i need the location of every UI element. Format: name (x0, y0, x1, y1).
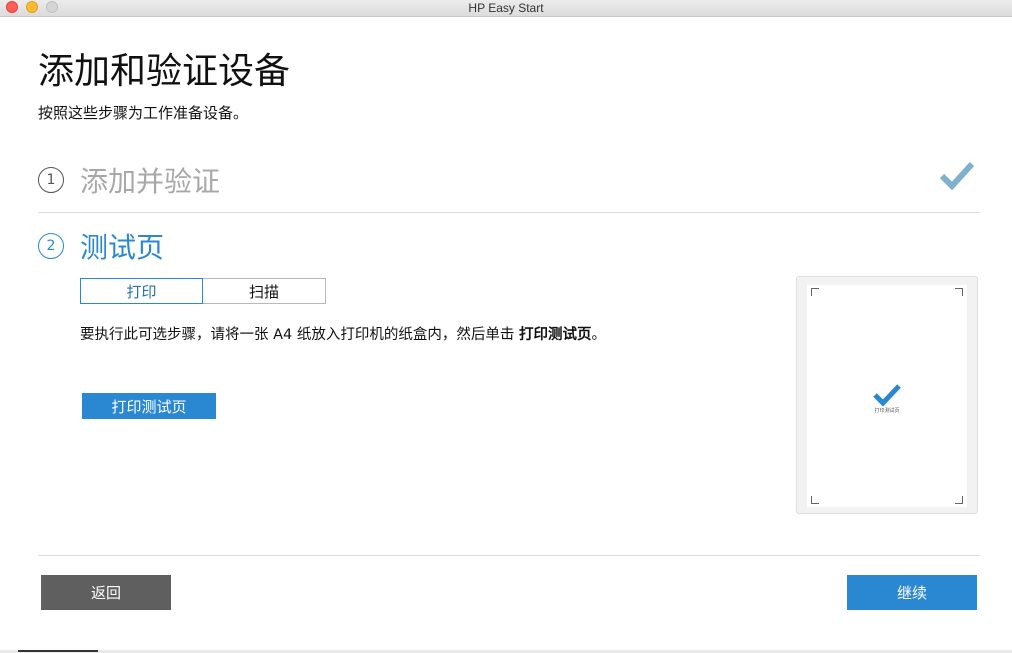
print-scan-segmented-control: 打印 扫描 (80, 278, 326, 304)
print-test-page-button[interactable]: 打印测试页 (82, 393, 216, 419)
preview-caption: 打印测试页 (874, 408, 900, 414)
corner-mark-icon (955, 288, 963, 296)
test-page-preview: 打印测试页 (796, 276, 978, 514)
window-title: HP Easy Start (468, 1, 544, 15)
tab-print[interactable]: 打印 (80, 278, 203, 304)
page-subtitle: 按照这些步骤为工作准备设备。 (38, 104, 249, 122)
corner-mark-icon (955, 496, 963, 504)
step-divider (38, 212, 980, 213)
window-title-bar: HP Easy Start (0, 0, 1012, 17)
step-number-1: 1 (38, 167, 64, 193)
page-title: 添加和验证设备 (38, 51, 291, 92)
instruction-prefix: 要执行此可选步骤，请将一张 A4 纸放入打印机的纸盒内，然后单击 (80, 327, 519, 343)
window-bottom-edge-accent (18, 650, 98, 652)
continue-button[interactable]: 继续 (847, 575, 977, 610)
step-number-2: 2 (38, 233, 64, 259)
instruction-text: 要执行此可选步骤，请将一张 A4 纸放入打印机的纸盒内，然后单击 打印测试页。 (80, 325, 606, 345)
tab-scan[interactable]: 扫描 (203, 278, 326, 304)
preview-checkmark-icon (873, 384, 901, 407)
instruction-emphasis: 打印测试页 (518, 327, 592, 343)
step-add-verify[interactable]: 1 添加并验证 (38, 160, 220, 200)
corner-mark-icon (811, 496, 819, 504)
checkmark-icon (940, 161, 974, 190)
instruction-suffix: 。 (591, 327, 606, 343)
footer-divider (38, 555, 980, 556)
step-label-add-verify: 添加并验证 (80, 165, 221, 198)
back-button[interactable]: 返回 (41, 575, 171, 610)
preview-paper: 打印测试页 (807, 285, 967, 507)
corner-mark-icon (811, 288, 819, 296)
step-label-test-page: 测试页 (80, 231, 165, 264)
step-test-page[interactable]: 2 测试页 (38, 226, 164, 266)
